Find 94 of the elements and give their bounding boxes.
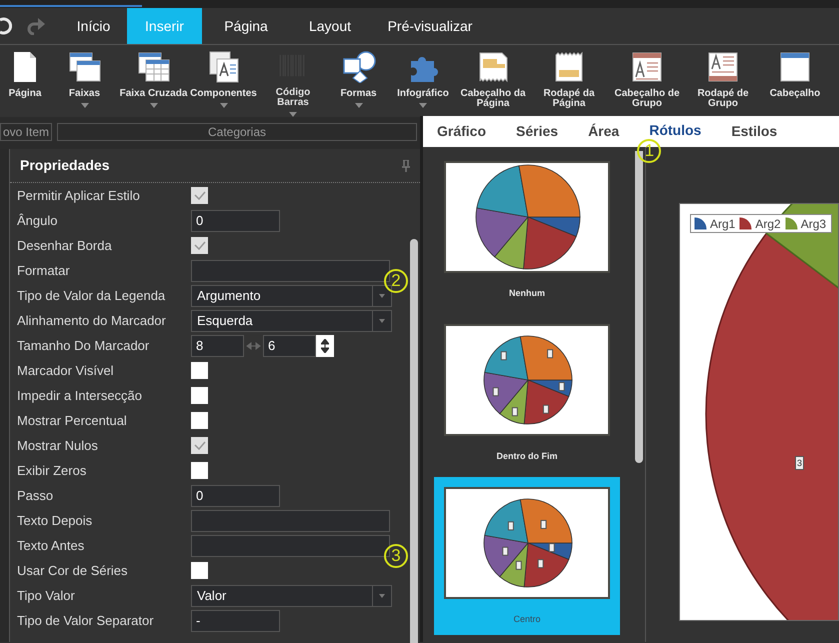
property-label: Ângulo [16, 212, 58, 230]
ribbon-button[interactable]: Rodapé de Grupo [686, 51, 760, 117]
property-label: Desenhar Borda [16, 236, 113, 255]
annotation-marker: 2 [384, 269, 408, 293]
data-label: 3 [795, 456, 804, 470]
redo-icon[interactable] [26, 17, 46, 35]
caret-icon [379, 318, 385, 322]
menu-tab[interactable]: Pré-visualizar [370, 8, 490, 44]
chart-tab[interactable]: Área [588, 121, 620, 142]
check-icon [194, 440, 206, 450]
panel-title: Propriedades [20, 156, 110, 175]
property-label: Impedir a Intersecção [16, 386, 144, 405]
chart-style-option[interactable]: Dentro do Fim [434, 314, 620, 472]
new-item-button[interactable]: ovo Item [0, 123, 52, 141]
input-field[interactable] [191, 260, 390, 282]
ribbon-button[interactable]: Cabeçalho [760, 51, 830, 117]
property-label: Texto Antes [16, 536, 86, 555]
undo-icon[interactable] [0, 17, 12, 35]
width-arrows-icon [244, 342, 263, 350]
ribbon-button[interactable]: Infográfico [390, 51, 456, 117]
caret-icon [354, 103, 362, 108]
scrollbar[interactable] [635, 151, 643, 463]
property-label: Texto Depois [16, 512, 94, 530]
input-field[interactable]: 8 [191, 334, 244, 356]
menu-tab[interactable]: Início [60, 8, 127, 44]
ribbon-button[interactable]: Faixas [50, 51, 119, 117]
ribbon-button[interactable]: Formas [327, 51, 390, 117]
property-label: Marcador Visível [16, 362, 115, 380]
chart-tab[interactable]: Gráfico [437, 121, 486, 142]
pin-icon[interactable] [402, 160, 410, 172]
checkbox[interactable] [191, 462, 208, 479]
input-field[interactable]: 6 [263, 334, 316, 356]
categories-bar[interactable]: Categorias [57, 123, 417, 141]
ribbon-button[interactable]: Componentes [188, 51, 259, 117]
input-field[interactable]: 0 [191, 484, 280, 506]
chart-style-option[interactable]: Centro [434, 477, 620, 635]
checkbox[interactable] [191, 237, 208, 254]
dropdown[interactable]: Valor [191, 584, 392, 606]
ribbon-button[interactable]: Cabeçalho da Página [456, 51, 530, 117]
chart-tab[interactable]: Séries [516, 121, 558, 142]
check-icon [194, 240, 206, 250]
group-footer-icon [706, 51, 740, 83]
property-label: Formatar [16, 262, 71, 280]
window-icon [778, 51, 812, 83]
chart-tab[interactable]: Rótulos [649, 120, 702, 140]
caret-icon [150, 103, 158, 108]
group-header-icon [630, 51, 664, 83]
property-label: Alinhamento do Marcador [16, 312, 167, 330]
property-label: Mostrar Percentual [16, 412, 128, 430]
text-document-icon [206, 51, 240, 83]
property-label: Tamanho Do Marcador [16, 336, 150, 355]
property-label: Passo [16, 486, 54, 505]
checkbox[interactable] [191, 437, 208, 454]
property-label: Mostrar Nulos [16, 436, 99, 455]
ribbon-button[interactable]: Página [0, 51, 50, 117]
ribbon-button[interactable]: Rodapé da Página [530, 51, 608, 117]
chart-style-option[interactable]: Nenhum [434, 151, 620, 309]
input-field[interactable]: 0 [191, 210, 280, 232]
property-label: Exibir Zeros [16, 462, 88, 480]
property-label: Usar Cor de Séries [16, 562, 129, 580]
menu-tab[interactable]: Página [202, 8, 290, 44]
dropdown[interactable]: Esquerda [191, 310, 392, 332]
scrollbar[interactable] [410, 239, 418, 643]
legend-label: Arg3 [800, 216, 826, 232]
legend-label: Arg2 [755, 216, 781, 232]
table-stack-icon [136, 51, 170, 83]
ribbon-button[interactable]: Cabeçalho de Grupo [608, 51, 686, 117]
chart-tab[interactable]: Estilos [731, 121, 778, 142]
input-field[interactable] [191, 534, 390, 556]
property-label: Tipo de Valor da Legenda [16, 286, 166, 305]
caret-icon [220, 103, 228, 108]
checkbox[interactable] [191, 387, 208, 404]
height-arrows-icon [316, 334, 334, 356]
property-label: Tipo de Valor Separator [16, 612, 155, 630]
caret-icon [379, 594, 385, 598]
checkbox[interactable] [191, 187, 208, 204]
input-field[interactable] [191, 510, 390, 532]
dropdown[interactable]: Argumento [191, 284, 392, 306]
checkbox[interactable] [191, 562, 208, 579]
checkbox[interactable] [191, 362, 208, 379]
caret-icon [419, 103, 427, 108]
caret-icon [379, 294, 385, 298]
legend-label: Arg1 [710, 216, 736, 232]
shapes-icon [342, 51, 376, 83]
property-label: Permitir Aplicar Estilo [16, 186, 141, 205]
checkbox[interactable] [191, 412, 208, 429]
property-label: Tipo Valor [16, 586, 76, 605]
menu-tab[interactable]: Layout [290, 8, 370, 44]
annotation-marker: 3 [384, 544, 408, 568]
check-icon [194, 190, 206, 200]
window-stack-icon [68, 51, 102, 83]
input-field[interactable]: - [191, 610, 280, 632]
caret-icon [80, 103, 88, 108]
ribbon-button[interactable]: Faixa Cruzada [119, 51, 188, 117]
